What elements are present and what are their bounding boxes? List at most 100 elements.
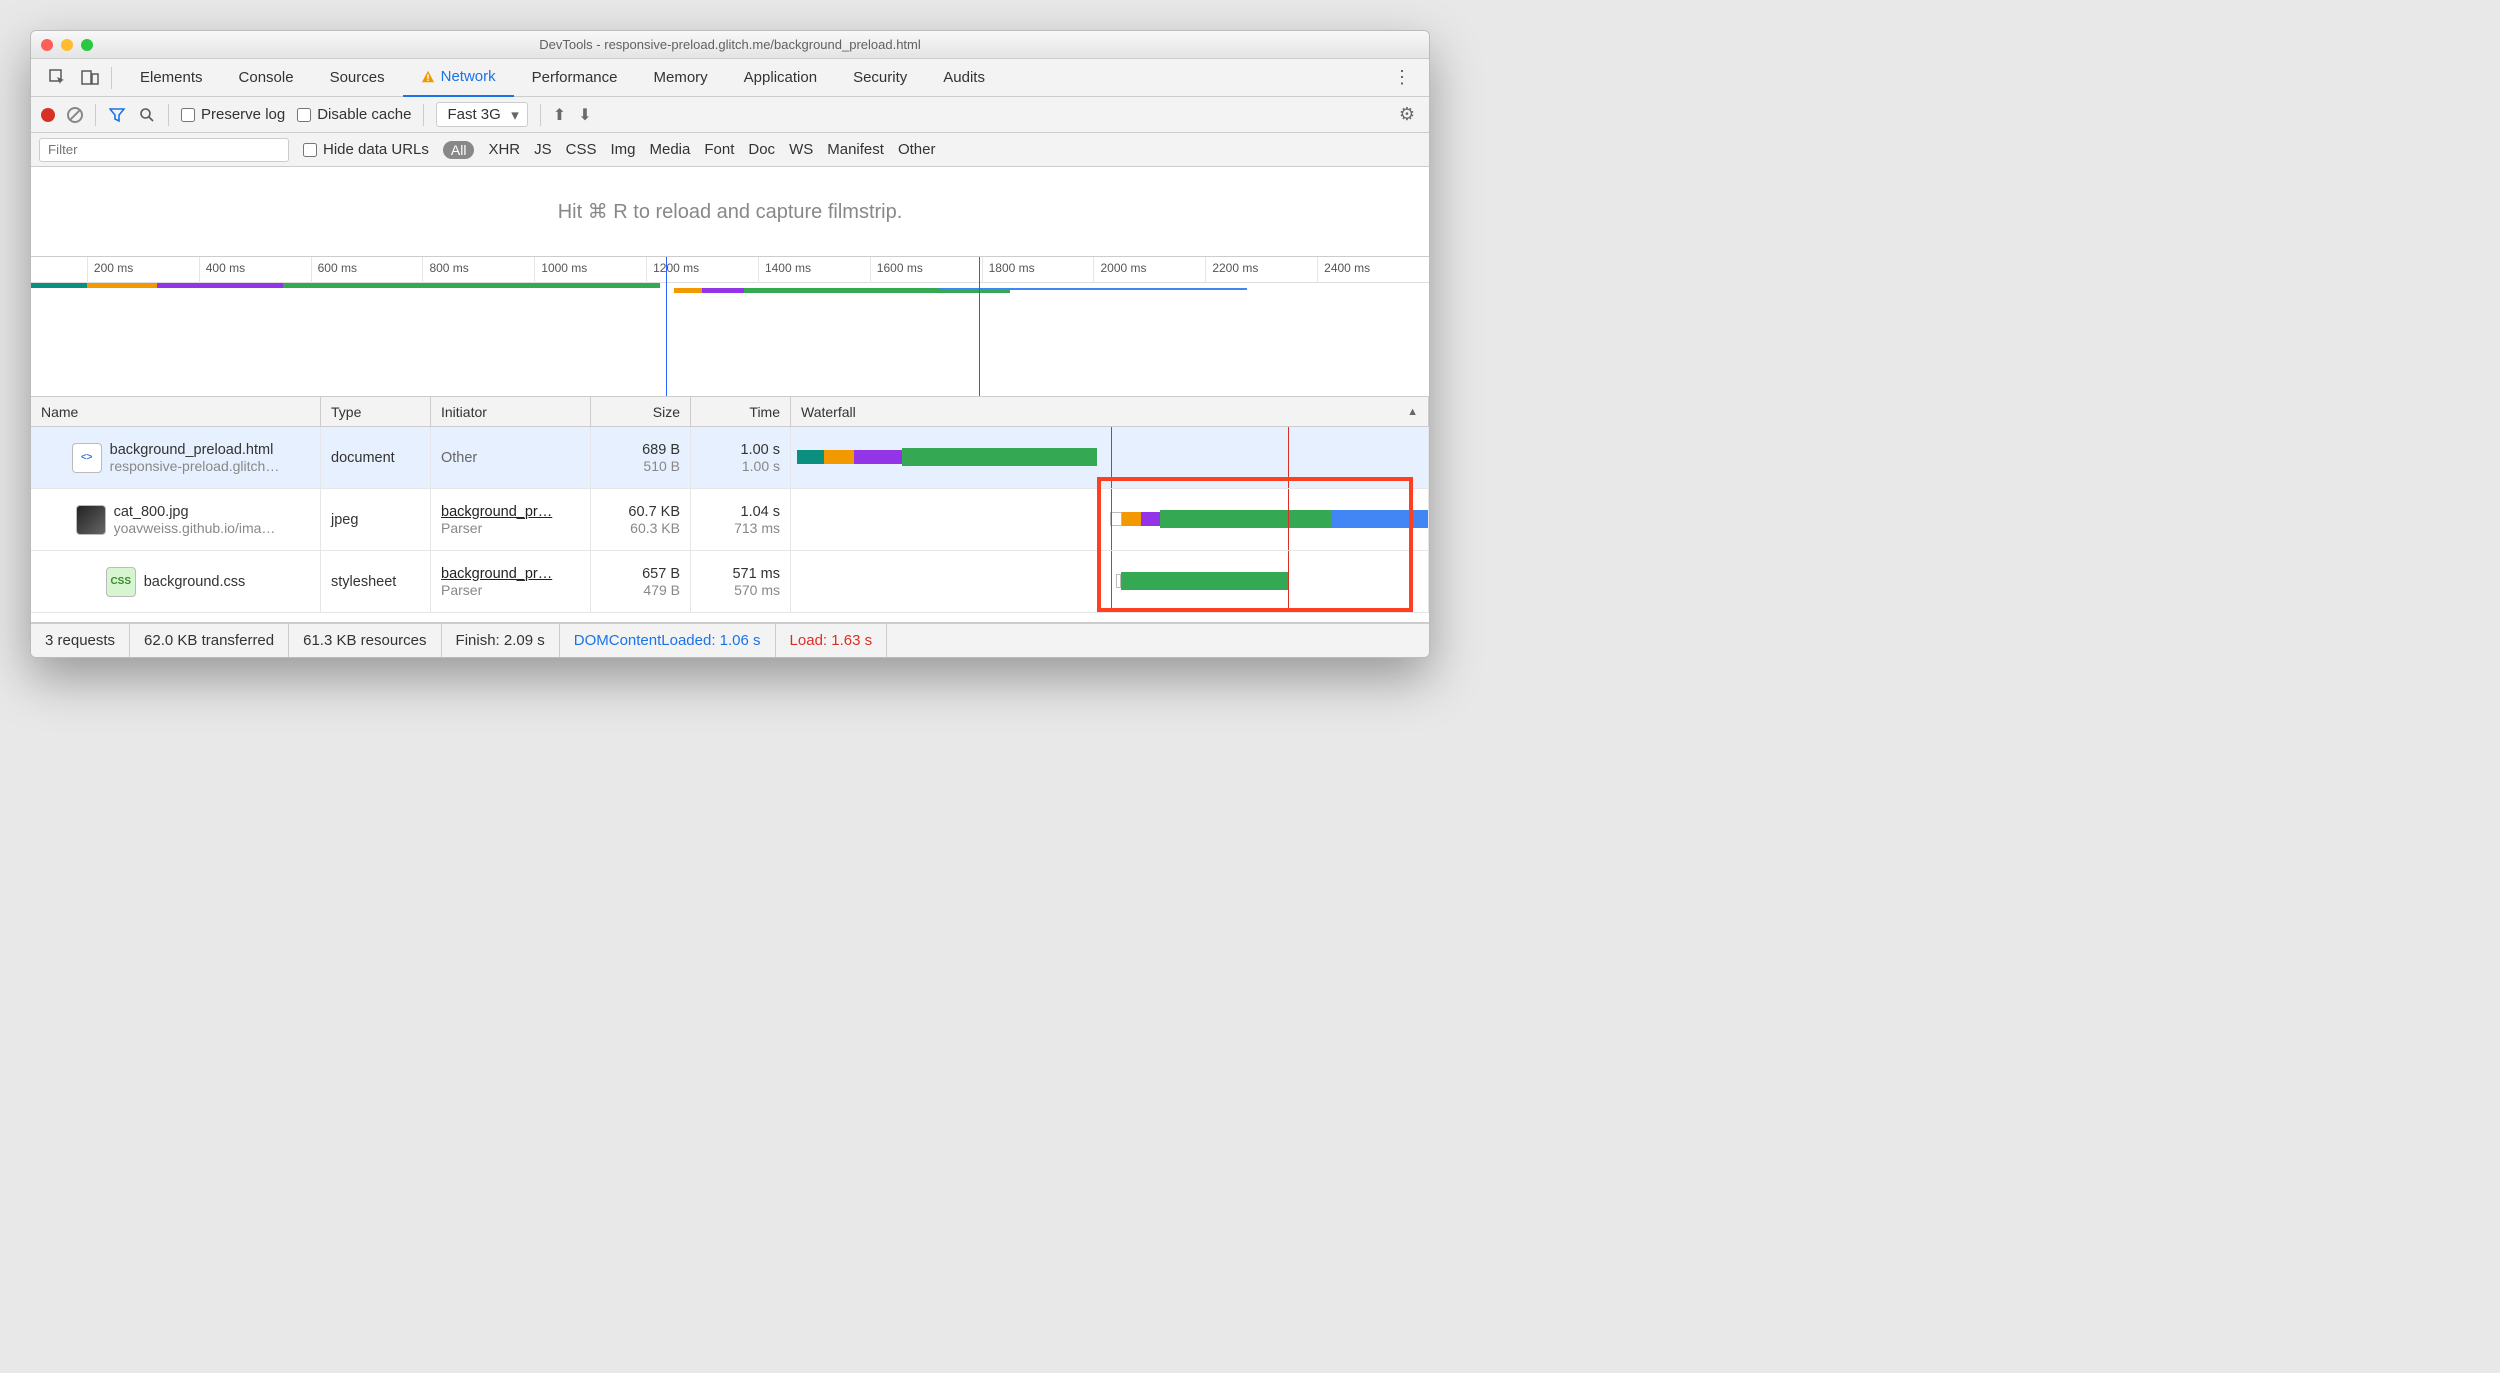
settings-gear-icon[interactable]: ⚙ (1399, 104, 1419, 125)
request-time-sub: 713 ms (734, 520, 780, 536)
panel-tabs: Elements Console Sources Network Perform… (122, 59, 1003, 97)
request-size-sub: 60.3 KB (630, 520, 680, 536)
timeline-tick: 1200 ms (646, 257, 705, 283)
export-har-icon[interactable]: ⬇ (578, 105, 591, 125)
divider (95, 104, 96, 126)
request-initiator[interactable]: background_pr… Parser (431, 489, 591, 550)
timeline-tick: 1400 ms (758, 257, 817, 283)
status-load: Load: 1.63 s (776, 624, 888, 657)
request-row[interactable]: cat_800.jpg yoavweiss.github.io/ima… jpe… (31, 489, 1429, 551)
column-header-size[interactable]: Size (591, 397, 691, 426)
request-size-sub: 479 B (643, 582, 680, 598)
tab-elements[interactable]: Elements (122, 59, 221, 97)
filter-type-font[interactable]: Font (704, 141, 734, 158)
request-time: 1.04 s (741, 504, 781, 520)
column-header-waterfall[interactable]: Waterfall▲ (791, 397, 1429, 426)
tab-application[interactable]: Application (726, 59, 835, 97)
filter-type-img[interactable]: Img (610, 141, 635, 158)
column-header-initiator[interactable]: Initiator (431, 397, 591, 426)
filter-type-other[interactable]: Other (898, 141, 936, 158)
device-toolbar-icon[interactable] (81, 69, 99, 87)
more-options-icon[interactable]: ⋮ (1381, 67, 1423, 88)
request-initiator[interactable]: background_pr… Parser (431, 551, 591, 612)
tab-memory[interactable]: Memory (636, 59, 726, 97)
preserve-log-checkbox[interactable]: Preserve log (181, 106, 285, 123)
status-finish: Finish: 2.09 s (442, 624, 560, 657)
request-size: 689 B (642, 442, 680, 458)
request-size: 657 B (642, 566, 680, 582)
request-row[interactable]: <> background_preload.html responsive-pr… (31, 427, 1429, 489)
divider (423, 104, 424, 126)
divider (168, 104, 169, 126)
timeline-tick: 600 ms (311, 257, 363, 283)
timeline-overview[interactable]: 200 ms 400 ms 600 ms 800 ms 1000 ms 1200… (31, 257, 1429, 397)
panel-tabs-row: Elements Console Sources Network Perform… (31, 59, 1429, 97)
inspect-element-icon[interactable] (49, 69, 67, 87)
status-dcl: DOMContentLoaded: 1.06 s (560, 624, 776, 657)
timeline-tick: 400 ms (199, 257, 251, 283)
filter-type-css[interactable]: CSS (566, 141, 597, 158)
record-button[interactable] (41, 108, 55, 122)
column-header-type[interactable]: Type (321, 397, 431, 426)
request-type: document (321, 427, 431, 488)
request-name: cat_800.jpg (114, 504, 276, 520)
tab-security[interactable]: Security (835, 59, 925, 97)
request-time-sub: 570 ms (734, 582, 780, 598)
filter-type-manifest[interactable]: Manifest (827, 141, 884, 158)
devtools-window: DevTools - responsive-preload.glitch.me/… (30, 30, 1430, 658)
hide-data-urls-checkbox[interactable]: Hide data URLs (303, 141, 429, 158)
filter-type-js[interactable]: JS (534, 141, 552, 158)
status-requests: 3 requests (31, 624, 130, 657)
request-name: background_preload.html (110, 442, 280, 458)
request-domain: yoavweiss.github.io/ima… (114, 520, 276, 536)
tab-console[interactable]: Console (221, 59, 312, 97)
timeline-tick: 1600 ms (870, 257, 929, 283)
filter-type-ws[interactable]: WS (789, 141, 813, 158)
timeline-tick: 800 ms (422, 257, 474, 283)
file-css-icon: CSS (106, 567, 136, 597)
filter-type-doc[interactable]: Doc (748, 141, 775, 158)
tab-sources[interactable]: Sources (312, 59, 403, 97)
waterfall-cell (791, 427, 1429, 488)
warning-icon (421, 70, 435, 84)
import-har-icon[interactable]: ⬆ (553, 105, 566, 125)
request-time-sub: 1.00 s (742, 458, 780, 474)
filter-type-media[interactable]: Media (650, 141, 691, 158)
column-header-name[interactable]: Name (31, 397, 321, 426)
status-bar: 3 requests 62.0 KB transferred 61.3 KB r… (31, 623, 1429, 657)
waterfall-cell (791, 551, 1429, 612)
file-html-icon: <> (72, 443, 102, 473)
request-size-sub: 510 B (643, 458, 680, 474)
tab-network[interactable]: Network (403, 59, 514, 97)
network-table-body: <> background_preload.html responsive-pr… (31, 427, 1429, 613)
filter-type-all[interactable]: All (443, 141, 475, 159)
request-row[interactable]: CSS background.css stylesheet background… (31, 551, 1429, 613)
request-initiator: Other (431, 427, 591, 488)
dcl-marker (666, 257, 667, 396)
tab-performance[interactable]: Performance (514, 59, 636, 97)
search-icon[interactable] (138, 106, 156, 124)
load-marker (979, 257, 980, 396)
titlebar: DevTools - responsive-preload.glitch.me/… (31, 31, 1429, 59)
throttling-dropdown[interactable]: Fast 3G (436, 102, 527, 127)
timeline-tick: 1000 ms (534, 257, 593, 283)
clear-button[interactable] (67, 107, 83, 123)
window-title: DevTools - responsive-preload.glitch.me/… (31, 37, 1429, 52)
network-toolbar: Preserve log Disable cache Fast 3G ⬆ ⬇ ⚙ (31, 97, 1429, 133)
filter-input[interactable] (39, 138, 289, 162)
filter-type-xhr[interactable]: XHR (488, 141, 520, 158)
waterfall-cell (791, 489, 1429, 550)
divider (111, 67, 112, 89)
file-image-icon (76, 505, 106, 535)
timeline-bars (31, 283, 1429, 289)
request-time: 1.00 s (741, 442, 781, 458)
column-header-time[interactable]: Time (691, 397, 791, 426)
request-type: jpeg (321, 489, 431, 550)
disable-cache-checkbox[interactable]: Disable cache (297, 106, 411, 123)
tab-audits[interactable]: Audits (925, 59, 1003, 97)
status-transferred: 62.0 KB transferred (130, 624, 289, 657)
network-table-header: Name Type Initiator Size Time Waterfall▲ (31, 397, 1429, 427)
filmstrip-hint: Hit ⌘ R to reload and capture filmstrip. (31, 167, 1429, 257)
request-type: stylesheet (321, 551, 431, 612)
filter-toggle-icon[interactable] (108, 106, 126, 124)
